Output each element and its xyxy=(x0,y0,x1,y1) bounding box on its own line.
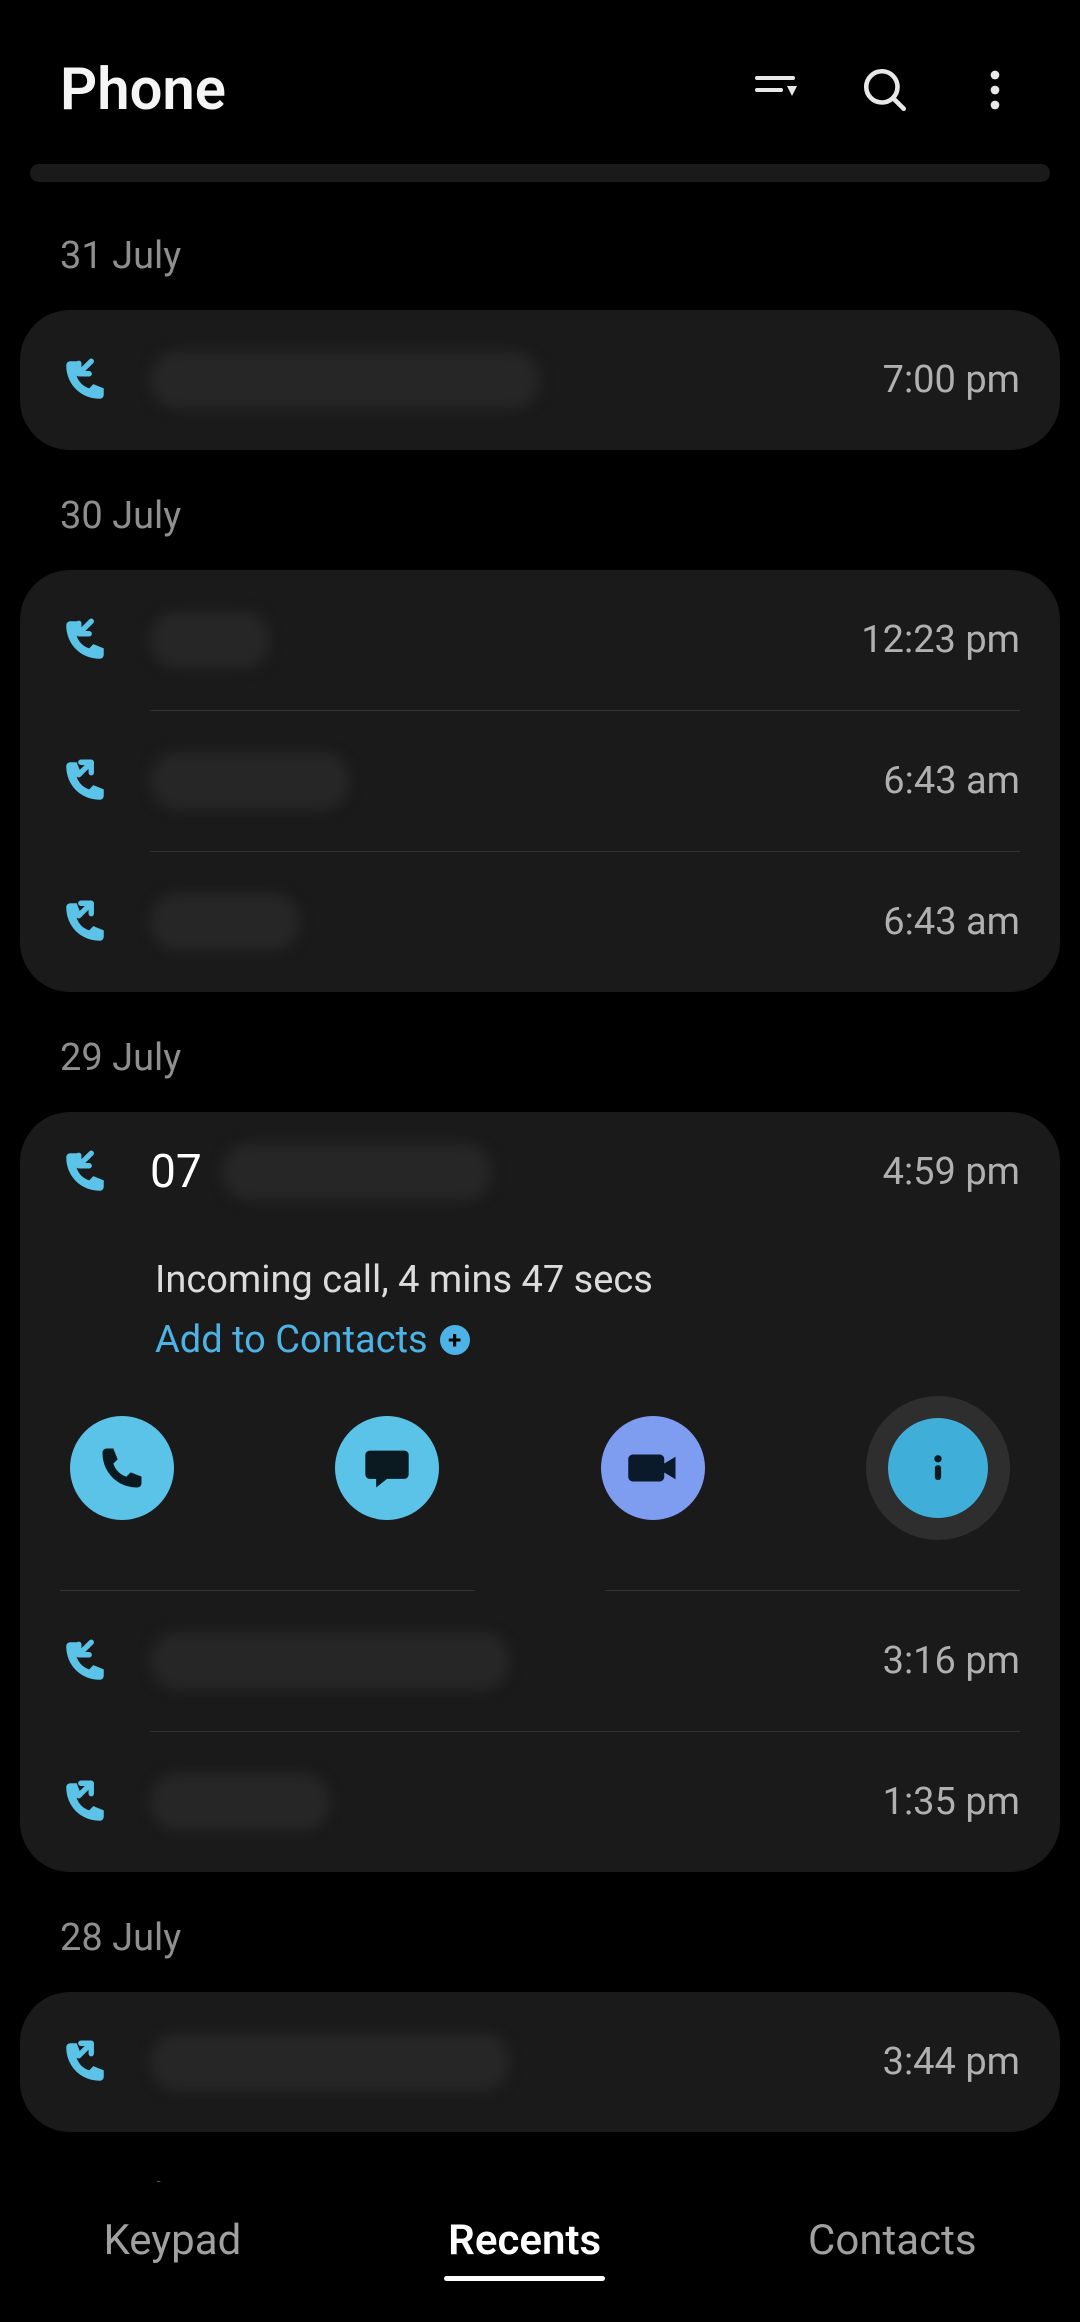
call-time: 6:43 am xyxy=(883,759,1020,803)
bottom-nav: Keypad Recents Contacts xyxy=(0,2182,1080,2322)
caller-name xyxy=(150,1773,883,1831)
date-header: 28 July xyxy=(20,1896,1060,1992)
date-header: 30 July xyxy=(20,474,1060,570)
search-icon[interactable] xyxy=(860,65,910,115)
redacted-name xyxy=(150,1773,330,1831)
filter-icon[interactable] xyxy=(750,65,800,115)
action-row xyxy=(60,1416,1020,1540)
caller-name xyxy=(150,893,883,951)
nav-keypad[interactable]: Keypad xyxy=(103,2206,241,2275)
outgoing-call-icon xyxy=(60,1777,110,1827)
redacted-name xyxy=(150,611,270,669)
call-log-item[interactable]: 6:43 am xyxy=(60,711,1020,851)
call-time: 3:44 pm xyxy=(883,2040,1020,2084)
divider xyxy=(60,1590,1020,1591)
incoming-call-icon xyxy=(60,615,110,665)
call-time: 4:59 pm xyxy=(883,1150,1020,1194)
incoming-call-icon xyxy=(60,1636,110,1686)
redacted-name xyxy=(150,2033,510,2091)
date-header: 31 July xyxy=(20,214,1060,310)
info-button[interactable] xyxy=(866,1396,1010,1540)
plus-icon: + xyxy=(440,1325,470,1355)
call-detail: Incoming call, 4 mins 47 secs xyxy=(155,1258,1020,1302)
redacted-name xyxy=(150,351,540,409)
call-time: 12:23 pm xyxy=(861,618,1020,662)
call-time: 1:35 pm xyxy=(883,1780,1020,1824)
call-time: 6:43 am xyxy=(883,900,1020,944)
caller-number: 07 xyxy=(150,1143,883,1201)
date-header: 27 July xyxy=(20,2156,1060,2182)
caller-name xyxy=(150,752,883,810)
outgoing-call-icon xyxy=(60,2037,110,2087)
call-log-card: 12:23 pm 6:43 am 6:43 am xyxy=(20,570,1060,992)
caller-name xyxy=(150,2033,883,2091)
call-log-list[interactable]: 31 July 7:00 pm 30 July 12:23 pm xyxy=(0,214,1080,2182)
incoming-call-icon xyxy=(60,1147,110,1197)
video-call-button[interactable] xyxy=(601,1416,705,1520)
nav-contacts[interactable]: Contacts xyxy=(808,2206,976,2275)
date-header: 29 July xyxy=(20,1016,1060,1112)
call-log-item[interactable]: 7:00 pm xyxy=(60,310,1020,450)
header-actions xyxy=(750,65,1020,115)
outgoing-call-icon xyxy=(60,897,110,947)
call-time: 7:00 pm xyxy=(883,358,1020,402)
call-log-item-expanded[interactable]: 07 4:59 pm Incoming call, 4 mins 47 secs… xyxy=(60,1112,1020,1590)
call-button[interactable] xyxy=(70,1416,174,1520)
redacted-name xyxy=(150,1632,510,1690)
caller-name xyxy=(150,351,883,409)
redacted-number xyxy=(222,1143,492,1201)
message-button[interactable] xyxy=(335,1416,439,1520)
redacted-name xyxy=(150,893,300,951)
call-log-item[interactable]: 3:16 pm xyxy=(60,1591,1020,1731)
call-log-card: 3:44 pm xyxy=(20,1992,1060,2132)
incoming-call-icon xyxy=(60,355,110,405)
more-icon[interactable] xyxy=(970,65,1020,115)
call-log-item[interactable]: 6:43 am xyxy=(60,852,1020,992)
nav-recents[interactable]: Recents xyxy=(448,2206,601,2275)
caller-name xyxy=(150,611,861,669)
call-time: 3:16 pm xyxy=(883,1639,1020,1683)
call-log-card: 07 4:59 pm Incoming call, 4 mins 47 secs… xyxy=(20,1112,1060,1872)
redacted-name xyxy=(150,752,350,810)
call-log-card: 7:00 pm xyxy=(20,310,1060,450)
app-title: Phone xyxy=(60,56,750,124)
outgoing-call-icon xyxy=(60,756,110,806)
app-header: Phone xyxy=(0,0,1080,164)
call-log-item[interactable]: 1:35 pm xyxy=(60,1732,1020,1872)
add-to-contacts-link[interactable]: Add to Contacts + xyxy=(155,1318,1020,1362)
call-log-item[interactable]: 3:44 pm xyxy=(60,1992,1020,2132)
scrollbar-track xyxy=(30,164,1050,182)
call-log-item[interactable]: 12:23 pm xyxy=(60,570,1020,710)
caller-name xyxy=(150,1632,883,1690)
